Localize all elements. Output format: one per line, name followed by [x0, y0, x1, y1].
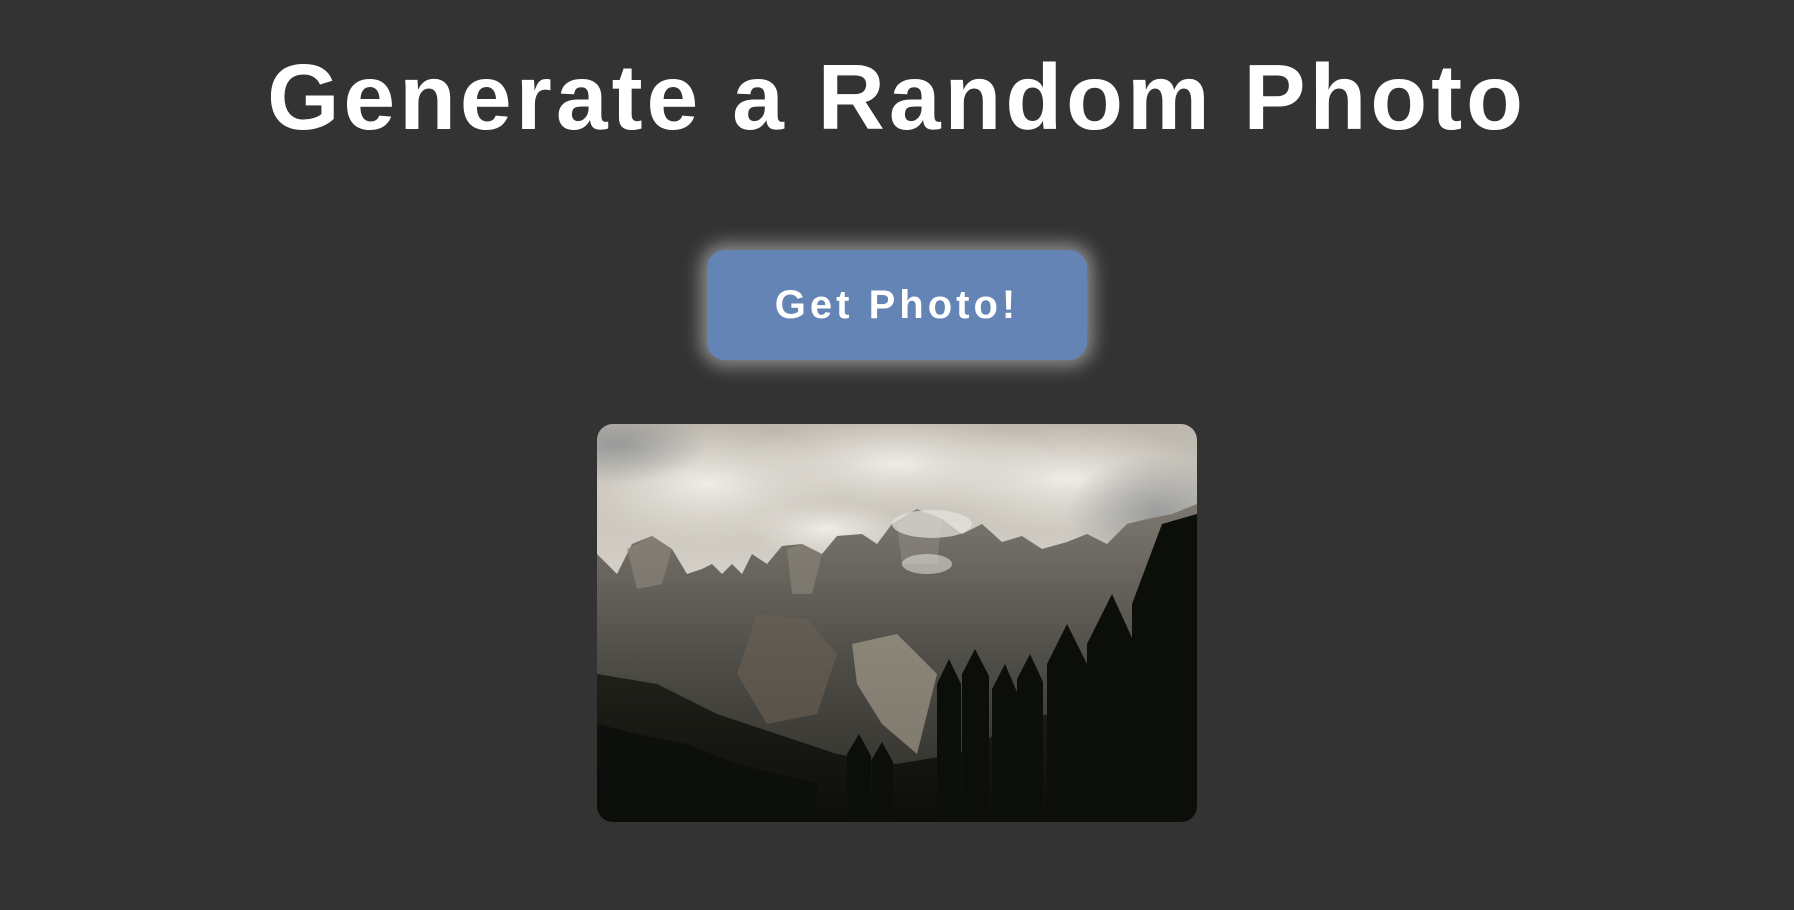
random-photo — [597, 424, 1197, 822]
page-title: Generate a Random Photo — [267, 45, 1527, 149]
app-page: Generate a Random Photo Get Photo! — [0, 0, 1794, 910]
get-photo-button[interactable]: Get Photo! — [707, 250, 1087, 360]
